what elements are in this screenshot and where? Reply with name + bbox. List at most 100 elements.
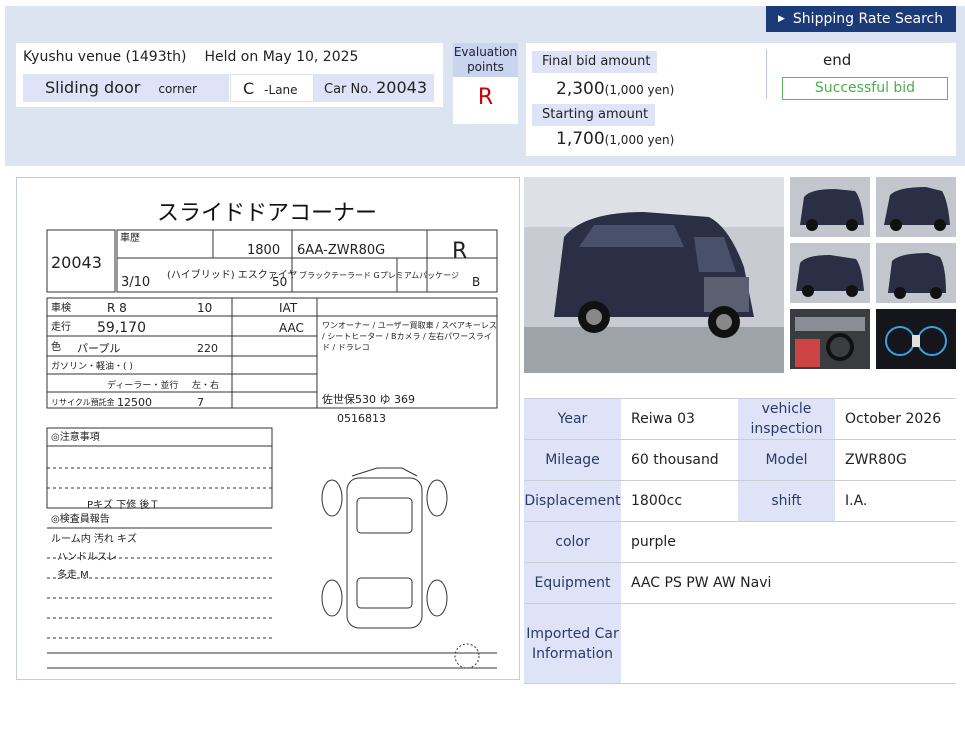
- lane-letter: C: [243, 79, 255, 98]
- corner-name: Sliding door: [45, 78, 141, 97]
- sheet-fuel: ガソリン・軽油・( ): [51, 360, 133, 372]
- lot-cells: Sliding door corner C -Lane Car No. 20043: [23, 74, 435, 102]
- spec-label: vehicle inspection: [738, 398, 835, 440]
- thumbnail-photo-2[interactable]: [876, 177, 956, 237]
- sheet-dealer: ディーラー・並行: [107, 379, 178, 391]
- final-bid-amount: 2,300(1,000 yen): [556, 79, 674, 99]
- spec-value: [621, 603, 956, 684]
- spec-label: Imported Car Information: [524, 603, 621, 684]
- thumbnail-photo-5[interactable]: [790, 309, 870, 369]
- starting-amount: 1,700(1,000 yen): [556, 129, 674, 149]
- venue-info-box: Kyushu venue (1493th) Held on May 10, 202…: [16, 43, 443, 107]
- sheet-grade-rating: R: [452, 239, 467, 264]
- sheet-history-label: 車歴: [120, 231, 140, 244]
- bid-box: Final bid amount 2,300(1,000 yen) Starti…: [526, 43, 956, 156]
- sheet-capacity: 7: [197, 396, 204, 409]
- main-car-photo[interactable]: [524, 177, 784, 373]
- sheet-inspection-label: 車検: [51, 301, 71, 314]
- sheet-inspection-month: 10: [197, 301, 212, 315]
- evaluation-label: Evaluation points: [453, 43, 518, 77]
- spec-row: Displacement 1800cc shift I.A.: [524, 480, 956, 522]
- sheet-recycle-label: リサイクル預託金: [51, 397, 115, 407]
- sheet-notes: ワンオーナー / ユーザー買取車 / スペアキーレス / シートヒーター / B…: [322, 321, 497, 352]
- spec-value: 60 thousand: [621, 439, 738, 481]
- result-badge: Successful bid: [782, 77, 948, 100]
- held-date: Held on May 10, 2025: [204, 49, 359, 65]
- sheet-inspector-note-3: 多走 M: [57, 568, 89, 581]
- bid-divider: [766, 49, 767, 99]
- sheet-lot-no: 20043: [51, 253, 102, 272]
- sheet-recycle: 12500: [117, 396, 152, 409]
- auction-status: end: [823, 51, 852, 69]
- sheet-handle: 左・右: [192, 379, 219, 391]
- spec-label: Mileage: [524, 439, 621, 481]
- sheet-mileage-label: 走行: [51, 320, 71, 333]
- spec-label: color: [524, 521, 621, 563]
- spec-label: Displacement: [524, 480, 621, 522]
- sheet-inspector-label: ◎検査員報告: [51, 512, 110, 525]
- spec-row: Equipment AAC PS PW AW Navi: [524, 562, 956, 604]
- sheet-first-reg: 3/10: [121, 275, 150, 290]
- final-bid-value: 2,300: [556, 79, 605, 99]
- spec-label: Model: [738, 439, 835, 481]
- shipping-rate-search-label: Shipping Rate Search: [792, 11, 944, 27]
- spec-value: I.A.: [835, 480, 956, 522]
- sheet-doors: 50: [272, 275, 287, 289]
- sheet-inspector-note-1: ルーム内 汚れ キズ: [51, 532, 137, 545]
- lane-cell: C -Lane: [230, 74, 314, 102]
- final-bid-label: Final bid amount: [532, 51, 657, 73]
- sheet-aircon: AAC: [279, 321, 304, 335]
- lane-suffix: -Lane: [264, 83, 298, 97]
- spec-value: 1800cc: [621, 480, 738, 522]
- thumbnail-photo-1[interactable]: [790, 177, 870, 237]
- car-no-value: 20043: [376, 78, 428, 97]
- sheet-model-code: 6AA-ZWR80G: [297, 243, 385, 258]
- spec-row: color purple: [524, 521, 956, 563]
- sheet-caution-label: ◎注意事項: [51, 430, 100, 443]
- corner-cell: Sliding door corner: [23, 74, 230, 102]
- play-arrow-icon: ▶: [778, 14, 785, 24]
- car-number-cell: Car No. 20043: [314, 74, 435, 102]
- final-bid-unit: (1,000 yen): [604, 83, 675, 97]
- sheet-shift: IAT: [279, 301, 298, 315]
- venue-line: Kyushu venue (1493th) Held on May 10, 202…: [23, 49, 358, 65]
- sheet-displacement: 1800: [247, 243, 280, 258]
- sheet-color-label: 色: [51, 340, 61, 353]
- evaluation-value: R: [477, 85, 494, 110]
- shipping-rate-search-button[interactable]: ▶ Shipping Rate Search: [766, 6, 956, 32]
- spec-table: Year Reiwa 03 vehicle inspection October…: [524, 398, 956, 684]
- sheet-inspector-note-2: ハンドルスレ: [57, 552, 117, 563]
- spec-value: Reiwa 03: [621, 398, 738, 440]
- sheet-mileage: 59,170: [97, 320, 146, 336]
- venue-name: Kyushu venue (1493th): [23, 49, 187, 65]
- auction-sheet-image[interactable]: スライドドアコーナー 20043 車歴 1800 6AA-ZWR80G R B …: [16, 177, 520, 680]
- sheet-repair-note: Pキズ 下修 後Ｔ: [87, 498, 159, 511]
- thumbnail-photo-4[interactable]: [876, 243, 956, 303]
- sheet-reg-no: 佐世保530 ゆ 369: [322, 392, 415, 406]
- car-no-label: Car No.: [324, 82, 373, 97]
- spec-value: ZWR80G: [835, 439, 956, 481]
- sheet-inspection-year: R 8: [107, 301, 127, 315]
- starting-amount-unit: (1,000 yen): [604, 133, 675, 147]
- starting-amount-value: 1,700: [556, 129, 605, 149]
- corner-suffix: corner: [158, 82, 197, 96]
- thumbnail-photo-3[interactable]: [790, 243, 870, 303]
- spec-row: Mileage 60 thousand Model ZWR80G: [524, 439, 956, 481]
- spec-value: October 2026: [835, 398, 956, 440]
- sheet-chassis: 0516813: [337, 412, 386, 425]
- sheet-interior-rating: B: [472, 275, 480, 289]
- sheet-grade: ブラックテーラード Gプレミアムパッケージ: [299, 270, 459, 280]
- spec-label: shift: [738, 480, 835, 522]
- starting-amount-label: Starting amount: [532, 104, 655, 126]
- spec-row: Imported Car Information: [524, 603, 956, 684]
- thumbnail-photo-6[interactable]: [876, 309, 956, 369]
- spec-label: Year: [524, 398, 621, 440]
- sheet-title: スライドドアコーナー: [157, 201, 377, 226]
- spec-row: Year Reiwa 03 vehicle inspection October…: [524, 398, 956, 440]
- sheet-color: パープル: [77, 342, 120, 355]
- spec-value: AAC PS PW AW Navi: [621, 562, 956, 604]
- spec-label: Equipment: [524, 562, 621, 604]
- evaluation-box: Evaluation points R: [453, 43, 518, 124]
- sheet-color-code: 220: [197, 342, 218, 355]
- spec-value: purple: [621, 521, 956, 563]
